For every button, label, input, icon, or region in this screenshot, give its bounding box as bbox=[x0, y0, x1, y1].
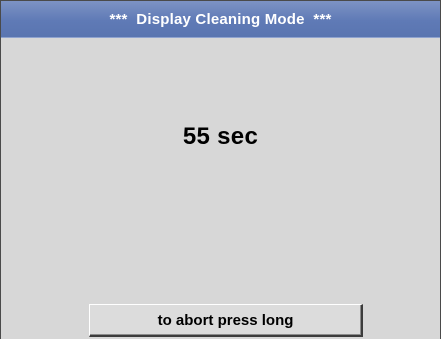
display-cleaning-screen: *** Display Cleaning Mode *** 55 sec to … bbox=[0, 0, 441, 339]
page-title: *** Display Cleaning Mode *** bbox=[109, 11, 332, 28]
abort-button-label: to abort press long bbox=[157, 311, 294, 329]
countdown-timer: 55 sec bbox=[182, 123, 259, 150]
abort-button[interactable]: to abort press long bbox=[89, 304, 363, 337]
title-bar: *** Display Cleaning Mode *** bbox=[1, 1, 440, 38]
